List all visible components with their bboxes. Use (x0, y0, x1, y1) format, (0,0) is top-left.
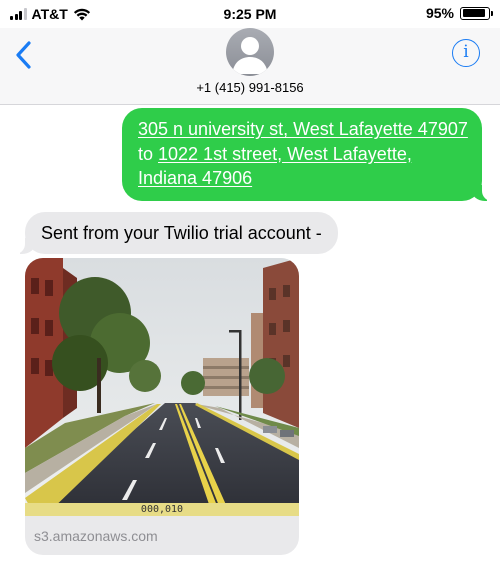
chevron-left-icon[interactable] (12, 40, 38, 70)
street-view-photo (25, 258, 299, 516)
street-view-image-preview[interactable]: 000,010 s3.amazonaws.com (25, 258, 299, 555)
person-avatar-icon[interactable] (226, 28, 274, 76)
battery-fill (462, 9, 486, 17)
status-bar: AT&T 9:25 PM 95% (0, 0, 500, 28)
incoming-message-bubble[interactable]: Sent from your Twilio trial account - (15, 212, 338, 254)
battery-percent: 95% (425, 5, 454, 21)
outgoing-message-bubble[interactable]: 305 n university st, West Lafayette 4790… (122, 108, 492, 201)
battery-icon (460, 6, 493, 20)
image-caption: 000,010 (25, 503, 299, 516)
destination-address-link[interactable]: 1022 1st street, West Lafayette, Indiana… (138, 144, 412, 189)
link-domain[interactable]: s3.amazonaws.com (34, 528, 158, 544)
origin-address-link[interactable]: 305 n university st, West Lafayette 4790… (138, 119, 468, 139)
message-connector-text: to (138, 143, 159, 164)
info-icon[interactable]: i (452, 39, 480, 67)
conversation-header: +1 (415) 991-8156 i (0, 28, 500, 105)
battery-group: 95% (425, 5, 493, 21)
contact-number[interactable]: +1 (415) 991-8156 (0, 80, 500, 95)
